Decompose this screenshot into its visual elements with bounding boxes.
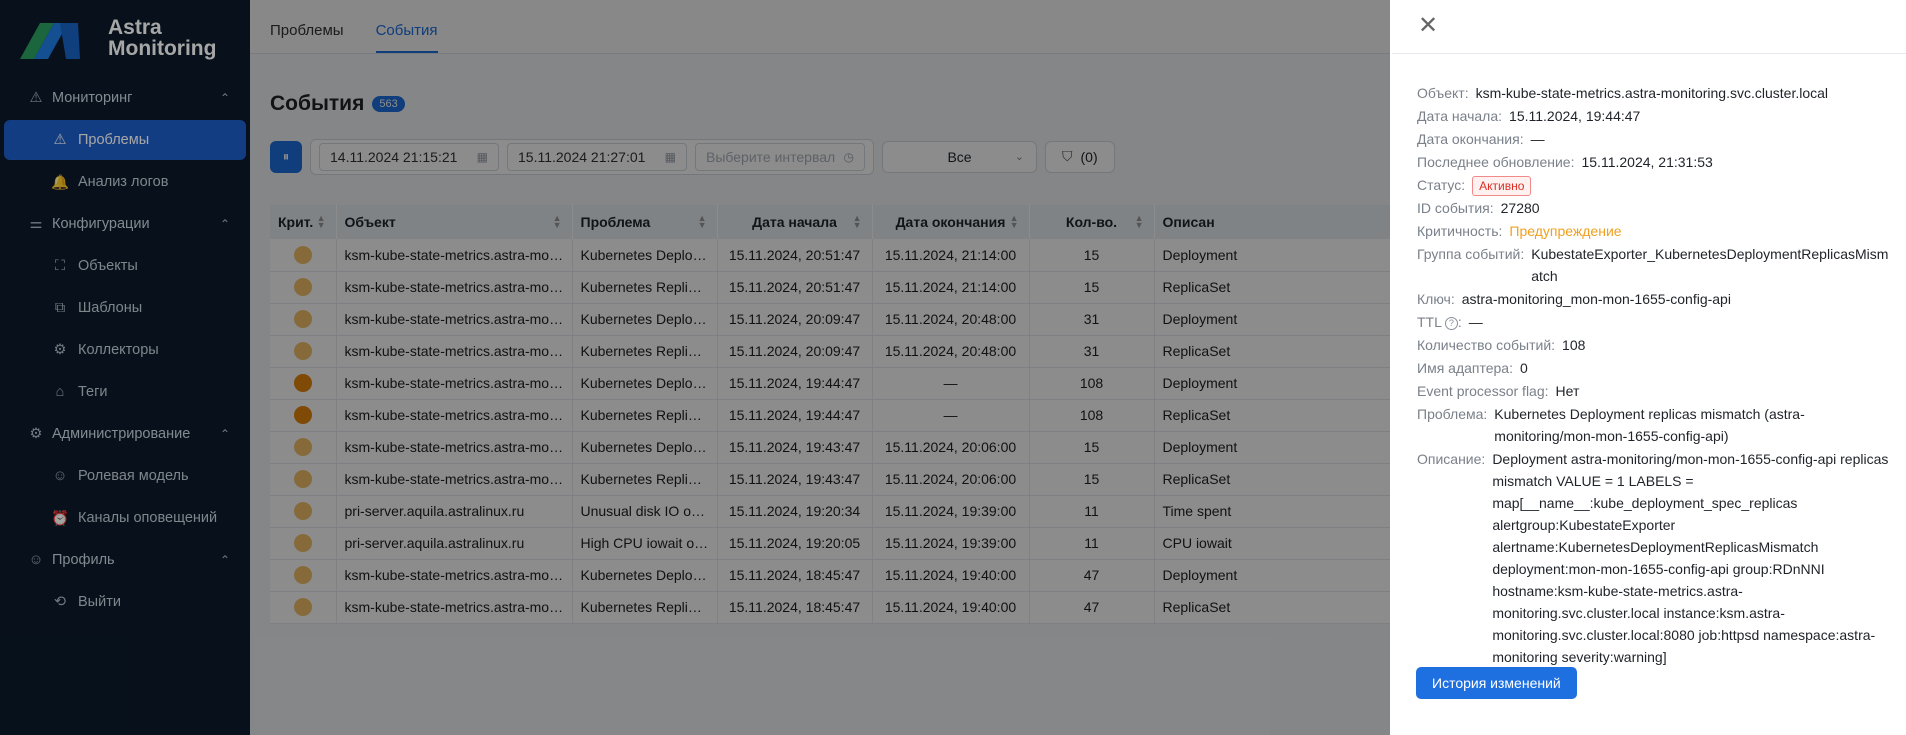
detail-row: ПроблемаKubernetes Deployment replicas m… [1417, 403, 1895, 447]
detail-label: Группа событий [1417, 243, 1531, 287]
detail-value: 27280 [1500, 200, 1540, 216]
detail-value: Нет [1555, 383, 1580, 399]
detail-value: ksm-kube-state-metrics.astra-monitoring.… [1475, 85, 1829, 101]
detail-row: Event processor flagНет [1417, 380, 1895, 402]
sidebar-dim-overlay [0, 0, 250, 735]
detail-value: — [1530, 131, 1545, 147]
event-details-drawer: ✕ Объектksm-kube-state-metrics.astra-mon… [1392, 0, 1906, 735]
detail-row: Ключastra-monitoring_mon-mon-1655-config… [1417, 288, 1895, 310]
detail-label: Event processor flag [1417, 380, 1556, 402]
detail-row: Объектksm-kube-state-metrics.astra-monit… [1417, 82, 1895, 104]
detail-label: Описание [1417, 448, 1492, 668]
detail-label: ID события [1417, 197, 1501, 219]
detail-label: Объект [1417, 82, 1476, 104]
detail-label: Статус [1417, 174, 1472, 196]
detail-label: Дата окончания [1417, 128, 1531, 150]
detail-row: TTL?— [1417, 311, 1895, 333]
detail-row: КритичностьПредупреждение [1417, 220, 1895, 242]
detail-row: Количество событий108 [1417, 334, 1895, 356]
detail-value: Deployment astra-monitoring/mon-mon-1655… [1492, 451, 1889, 665]
detail-label: Последнее обновление [1417, 151, 1581, 173]
history-button[interactable]: История изменений [1416, 667, 1577, 699]
detail-label: Проблема [1417, 403, 1494, 447]
detail-value: astra-monitoring_mon-mon-1655-config-api [1461, 291, 1731, 307]
detail-row: Последнее обновление15.11.2024, 21:31:53 [1417, 151, 1895, 173]
detail-value: Kubernetes Deployment replicas mismatch … [1494, 406, 1805, 444]
detail-row: Группа событийKubestateExporter_Kubernet… [1417, 243, 1895, 287]
drawer-header: ✕ [1392, 0, 1906, 54]
detail-row: Имя адаптера0 [1417, 357, 1895, 379]
detail-label: Имя адаптера [1417, 357, 1520, 379]
detail-row: Дата окончания— [1417, 128, 1895, 150]
detail-row: СтатусАктивно [1417, 174, 1895, 196]
detail-row: ОписаниеDeployment astra-monitoring/mon-… [1417, 448, 1895, 668]
event-details: Объектksm-kube-state-metrics.astra-monit… [1417, 82, 1895, 669]
close-icon[interactable]: ✕ [1418, 14, 1438, 38]
help-icon[interactable]: ? [1444, 316, 1458, 330]
detail-value: 15.11.2024, 21:31:53 [1581, 154, 1713, 170]
detail-value: 108 [1562, 337, 1586, 353]
detail-value: Предупреждение [1509, 223, 1622, 239]
detail-label: Количество событий [1417, 334, 1562, 356]
detail-value: — [1468, 314, 1483, 330]
detail-value: KubestateExporter_KubernetesDeploymentRe… [1531, 246, 1889, 284]
detail-label: Критичность [1417, 220, 1509, 242]
modal-dim-overlay[interactable] [250, 0, 1390, 735]
detail-label: TTL? [1417, 311, 1469, 333]
detail-value: 15.11.2024, 19:44:47 [1509, 108, 1641, 124]
detail-row: ID события27280 [1417, 197, 1895, 219]
detail-label: Ключ [1417, 288, 1462, 310]
detail-value: 0 [1519, 360, 1528, 376]
status-badge: Активно [1472, 176, 1532, 196]
detail-label: Дата начала [1417, 105, 1509, 127]
detail-row: Дата начала15.11.2024, 19:44:47 [1417, 105, 1895, 127]
